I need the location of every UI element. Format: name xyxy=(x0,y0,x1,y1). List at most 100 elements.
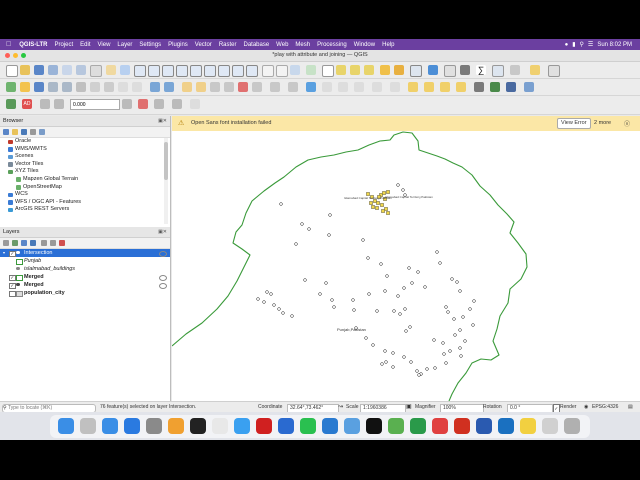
zoom-in-icon[interactable] xyxy=(134,65,146,77)
georeferencer-icon[interactable] xyxy=(390,82,400,92)
split-features-icon[interactable] xyxy=(154,99,164,109)
tracing-icon[interactable] xyxy=(354,82,364,92)
annotation-form-icon[interactable] xyxy=(424,82,434,92)
dock-safari-icon[interactable] xyxy=(234,418,250,434)
open-project-icon[interactable] xyxy=(20,65,30,75)
reshape-icon[interactable] xyxy=(190,99,200,109)
crs-icon[interactable]: ◉ xyxy=(584,404,588,411)
select-by-value-icon[interactable] xyxy=(350,65,360,75)
layer-item[interactable]: islalmabad_buildings xyxy=(0,265,170,273)
layout-manager-icon[interactable] xyxy=(62,65,72,75)
zoom-next-icon[interactable] xyxy=(246,65,258,77)
menubar-app-name[interactable]: QGIS-LTR xyxy=(19,42,47,48)
filter-legend-icon[interactable] xyxy=(30,240,36,246)
rotate-label-icon[interactable] xyxy=(238,82,248,92)
plugin-2-icon[interactable] xyxy=(506,82,516,92)
delete-selected-icon[interactable] xyxy=(90,82,100,92)
pin-labels-icon[interactable] xyxy=(224,82,234,92)
scale-feature-icon[interactable] xyxy=(122,99,132,109)
browser-item[interactable]: Scenes xyxy=(0,153,170,161)
annotation-icon[interactable] xyxy=(530,65,540,75)
dock-zoom-icon[interactable] xyxy=(278,418,294,434)
dock-settings-icon[interactable] xyxy=(146,418,162,434)
dock-word-icon[interactable] xyxy=(476,418,492,434)
select-features-icon[interactable] xyxy=(336,65,346,75)
menu-vector[interactable]: Vector xyxy=(195,42,212,48)
browser-item[interactable]: WFS / OGC API - Features xyxy=(0,199,170,207)
merge-features-icon[interactable] xyxy=(172,99,182,109)
control-center-icon[interactable]: ☰ xyxy=(588,41,593,48)
tolerance-input[interactable] xyxy=(70,99,120,110)
dock-appstore-icon[interactable] xyxy=(124,418,140,434)
dock-finder-icon[interactable] xyxy=(58,418,74,434)
browser-item[interactable]: XYZ Tiles xyxy=(0,168,170,176)
filter-browser-icon[interactable] xyxy=(21,129,27,135)
clock[interactable]: Sun 8:02 PM xyxy=(597,42,632,48)
dock-trash-icon[interactable] xyxy=(564,418,580,434)
layer-indicator-icon[interactable] xyxy=(159,282,167,289)
lock-icon[interactable]: ▣ xyxy=(406,404,412,411)
plugin-icon[interactable] xyxy=(490,82,500,92)
add-group-icon[interactable] xyxy=(12,240,18,246)
multi-edit-icon[interactable] xyxy=(76,82,86,92)
menu-processing[interactable]: Processing xyxy=(317,42,347,48)
layer-diagram-icon[interactable] xyxy=(210,82,220,92)
undo-icon[interactable] xyxy=(150,82,160,92)
dock-outlook-icon[interactable] xyxy=(498,418,514,434)
layer-item[interactable]: ▾ ✓ Intersection xyxy=(0,249,170,258)
apple-icon[interactable]:  xyxy=(6,41,11,48)
zoom-native-icon[interactable] xyxy=(218,65,230,77)
save-as-icon[interactable] xyxy=(48,65,58,75)
temporal-controller-icon[interactable] xyxy=(290,65,300,75)
dock-whatsapp-icon[interactable] xyxy=(300,418,316,434)
browser-item[interactable]: ArcGIS REST Servers xyxy=(0,206,170,214)
digitize-icon[interactable] xyxy=(6,82,16,92)
layer-item[interactable]: Punjab xyxy=(0,257,170,266)
annotation-svg-icon[interactable] xyxy=(456,82,466,92)
label-icon[interactable] xyxy=(182,82,192,92)
zoom-full-icon[interactable] xyxy=(176,65,188,77)
dock-vscode-icon[interactable] xyxy=(322,418,338,434)
lock-scale-icon[interactable]: ↝ xyxy=(338,404,343,411)
change-label-icon[interactable] xyxy=(252,82,262,92)
wifi-icon[interactable]: ● xyxy=(565,42,569,48)
more-messages-link[interactable]: 2 more xyxy=(594,120,611,126)
statistical-summary-icon[interactable]: ∑ xyxy=(476,65,486,75)
layer-item[interactable]: ✓ Merged xyxy=(0,273,170,282)
dock-finder2-icon[interactable] xyxy=(344,418,360,434)
refresh-browser-icon[interactable] xyxy=(3,129,9,135)
python-console-icon[interactable] xyxy=(306,82,316,92)
menu-raster[interactable]: Raster xyxy=(219,42,237,48)
pan-to-selection-icon[interactable] xyxy=(120,65,130,75)
menu-plugins[interactable]: Plugins xyxy=(168,42,188,48)
dock-photos-icon[interactable] xyxy=(168,418,184,434)
dock-terminal-icon[interactable] xyxy=(190,418,206,434)
metasearch-icon[interactable] xyxy=(474,82,484,92)
map-tips-icon[interactable] xyxy=(510,65,520,75)
deselect-all-icon[interactable] xyxy=(394,65,404,75)
dock-tiktok-icon[interactable] xyxy=(366,418,382,434)
browser-item[interactable]: Vector Tiles xyxy=(0,161,170,169)
annotation-tool-icon[interactable] xyxy=(408,82,418,92)
menu-edit[interactable]: Edit xyxy=(80,42,90,48)
menu-view[interactable]: View xyxy=(98,42,111,48)
browser-item[interactable]: OpenStreetMap xyxy=(0,184,170,192)
menu-settings[interactable]: Settings xyxy=(139,42,161,48)
snapping-icon[interactable] xyxy=(338,82,348,92)
dock-flow-icon[interactable] xyxy=(432,418,448,434)
new-map-view-icon[interactable] xyxy=(262,65,274,77)
menu-project[interactable]: Project xyxy=(54,42,73,48)
new-print-layout-icon[interactable] xyxy=(76,65,86,75)
deselect-icon[interactable] xyxy=(364,65,374,75)
processing-toolbox-icon[interactable] xyxy=(444,65,456,77)
dock-preview-icon[interactable] xyxy=(542,418,558,434)
close-window-button[interactable] xyxy=(5,53,10,58)
panel-close-icon[interactable]: ▣✕ xyxy=(158,227,167,237)
browser-item[interactable]: WMS/WMTS xyxy=(0,146,170,154)
paste-features-icon[interactable] xyxy=(132,82,142,92)
zoom-window-button[interactable] xyxy=(21,53,26,58)
map-canvas[interactable]: Punjab,Pakistan Islamabad Capital Territ… xyxy=(172,131,640,401)
save-project-icon[interactable] xyxy=(34,65,44,75)
vertex-tool-icon[interactable] xyxy=(62,82,72,92)
measure-line-icon[interactable] xyxy=(492,65,504,77)
